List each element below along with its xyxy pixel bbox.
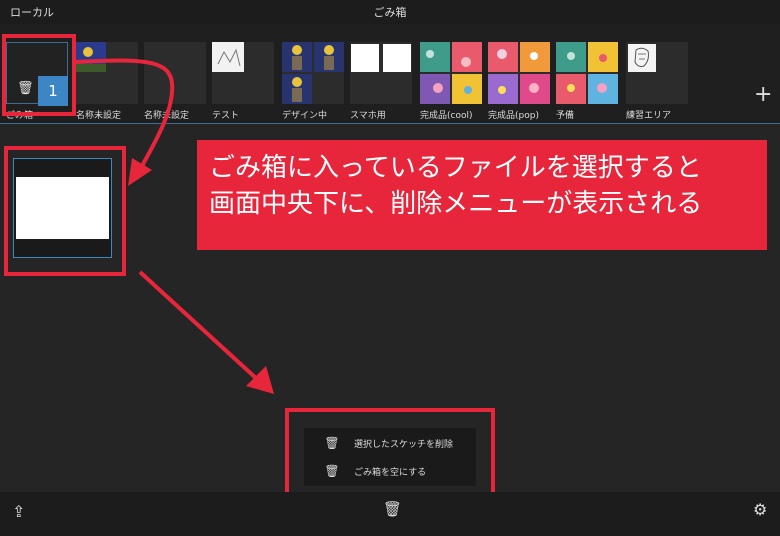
menu-item-label: ごみ箱を空にする: [354, 467, 427, 478]
export-icon[interactable]: ⇪: [12, 502, 25, 521]
annotation-arrow: [138, 270, 260, 382]
annotation-arrow-head: [128, 158, 152, 186]
trash-icon: 🗑: [324, 436, 340, 450]
annotation-arrow: [75, 58, 175, 171]
delete-selected-item[interactable]: 🗑 選択したスケッチを削除: [304, 430, 476, 456]
delete-menu: 🗑 選択したスケッチを削除 🗑 ごみ箱を空にする: [304, 428, 476, 486]
annotation-callout: ごみ箱に入っているファイルを選択すると 画面中央下に、削除メニューが表示される: [197, 140, 767, 250]
callout-line: 画面中央下に、削除メニューが表示される: [209, 189, 703, 219]
callout-line: ごみ箱に入っているファイルを選択すると: [209, 153, 702, 183]
trash-outline-icon: 🗑: [324, 464, 340, 478]
trash-icon[interactable]: 🗑: [383, 500, 402, 518]
empty-trash-item[interactable]: 🗑 ごみ箱を空にする: [304, 458, 476, 484]
menu-item-label: 選択したスケッチを削除: [354, 439, 454, 450]
sketch-card-selected[interactable]: [13, 158, 112, 258]
bottom-toolbar: ⇪ 🗑 ⚙: [0, 492, 780, 536]
gear-icon[interactable]: ⚙: [753, 500, 767, 519]
sketch-preview: [16, 177, 109, 239]
